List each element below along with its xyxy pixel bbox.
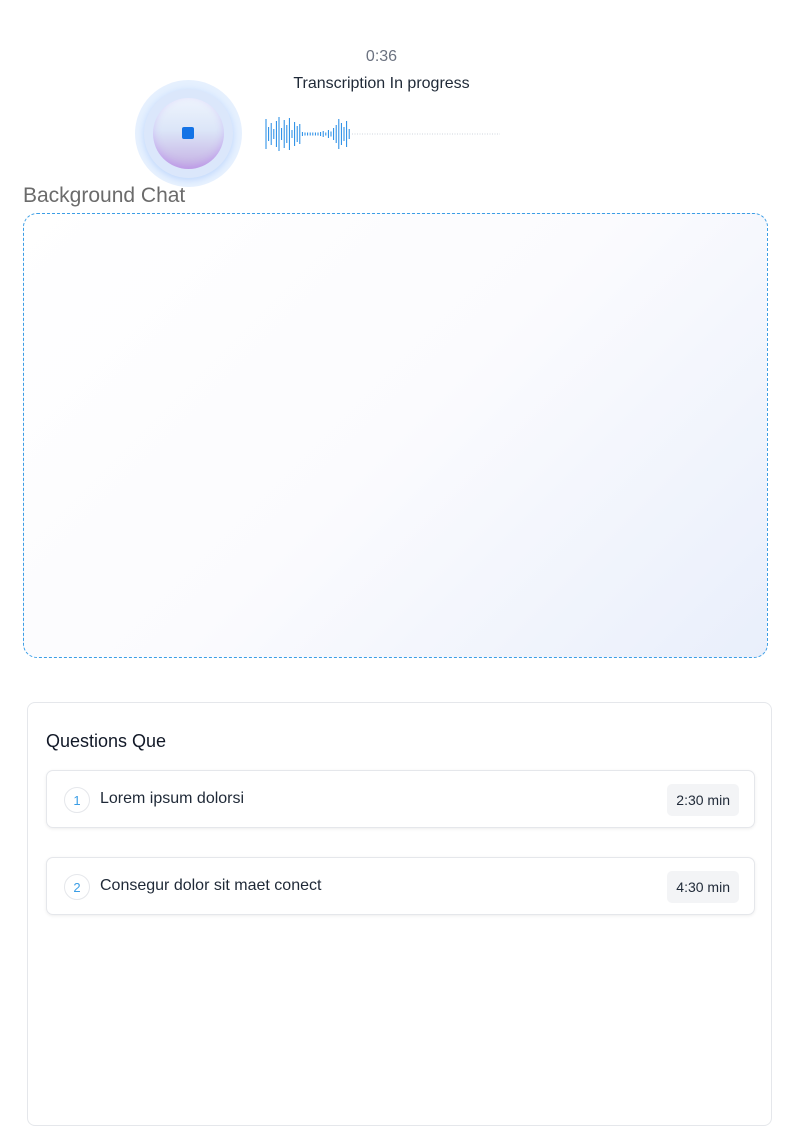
- question-item[interactable]: 2 Consegur dolor sit maet conect 4:30 mi…: [46, 857, 755, 915]
- questions-title: Questions Que: [46, 731, 167, 751]
- question-text: Lorem ipsum dolorsi: [100, 790, 245, 807]
- audio-waveform: [265, 117, 500, 151]
- question-number: 2: [64, 874, 90, 900]
- transcription-status: Transcription In progress: [293, 75, 470, 92]
- section-title: Background Chat: [23, 184, 186, 207]
- record-button-halo: [135, 80, 242, 187]
- questions-panel: Questions Que 1 Lorem ipsum dolorsi 2:30…: [27, 702, 772, 1126]
- record-button-core: [153, 98, 224, 169]
- question-text: Consegur dolor sit maet conect: [100, 877, 322, 894]
- recording-timer: 0:36: [365, 48, 398, 65]
- duration-badge: 2:30 min: [667, 784, 739, 816]
- question-number: 1: [64, 787, 90, 813]
- stop-icon[interactable]: [182, 127, 194, 139]
- duration-badge: 4:30 min: [667, 871, 739, 903]
- question-item[interactable]: 1 Lorem ipsum dolorsi 2:30 min: [46, 770, 755, 828]
- record-button[interactable]: [144, 89, 233, 178]
- background-chat-dropzone[interactable]: [23, 213, 768, 658]
